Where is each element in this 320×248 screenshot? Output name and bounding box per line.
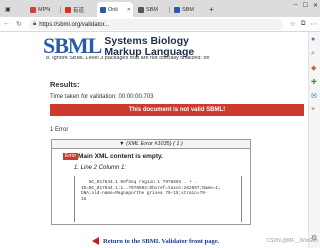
back-icon[interactable]: ← xyxy=(3,20,10,27)
error-location-text: Line 2 Column 1: xyxy=(80,165,127,171)
tools-icon[interactable]: ✚ xyxy=(311,78,317,86)
logo-text: Systems Biology Markup Language xyxy=(104,35,194,57)
sbml-logo[interactable]: SBML Systems Biology Markup Language xyxy=(43,35,194,57)
return-link[interactable]: Return to the SBML Validator front page. xyxy=(92,237,219,245)
favorites-icon[interactable]: ☆ xyxy=(290,20,296,28)
new-tab-button[interactable]: + xyxy=(206,2,218,17)
shopping-icon[interactable]: ◆ xyxy=(311,64,316,72)
error-title: Main XML content is empty. xyxy=(78,153,163,160)
tab-3-active[interactable]: Onli ✕ xyxy=(97,2,133,17)
plus-icon: + xyxy=(209,5,214,14)
outlook-icon[interactable]: ✉ xyxy=(311,92,317,100)
tab-divider xyxy=(169,6,170,13)
error-code-snippet: NC_017844.1 RefSeq region 1 7978604 . + … xyxy=(74,176,242,222)
logo-mark: SBML xyxy=(43,33,102,58)
copilot-icon[interactable]: ● xyxy=(311,36,315,43)
error-count: 1 Error xyxy=(50,127,69,133)
add-icon[interactable]: + xyxy=(311,106,315,113)
tab-2[interactable]: 有道 xyxy=(62,2,96,17)
lock-icon: 🔒︎ xyxy=(33,21,37,27)
search-icon[interactable]: ⌕ xyxy=(311,50,315,58)
tab-5[interactable]: SBM xyxy=(171,2,204,17)
close-tab-icon[interactable]: ✕ xyxy=(127,7,133,13)
tab-1-title: MPN xyxy=(38,6,51,13)
validation-time: Time taken for validation: 00:00:00.703 xyxy=(50,94,154,100)
tab-1[interactable]: MPN xyxy=(27,2,59,17)
error-panel-header[interactable]: ▼ (XML Error #1035) ( 1 ) xyxy=(52,140,250,149)
maximize-icon[interactable]: ☐ xyxy=(303,2,308,9)
back-arrow-icon xyxy=(92,237,99,245)
watermark: CSDN @MF__WinGen xyxy=(266,238,318,244)
window-controls: ─ ☐ ✕ xyxy=(293,2,318,9)
more-icon[interactable]: ⋯ xyxy=(311,20,318,28)
page-content: SBML Systems Biology Markup Language 8. … xyxy=(0,32,308,248)
error-panel: ▼ (XML Error #1035) ( 1 ) Error Main XML… xyxy=(51,139,251,225)
refresh-icon[interactable]: ↻ xyxy=(16,20,22,28)
invalid-banner: This document is not valid SBML! xyxy=(50,104,304,116)
edge-sidebar: ● ⌕ ◆ ✚ ✉ + ⚙ xyxy=(308,32,320,248)
tab-2-favicon xyxy=(65,6,71,13)
tab-1-favicon xyxy=(30,6,36,13)
tab-5-title: SBM xyxy=(182,6,194,13)
logo-line-1: Systems Biology xyxy=(104,35,189,47)
error-badge: Error xyxy=(63,153,79,160)
error-location: 1. Line 2 Column 1: xyxy=(74,165,126,171)
collections-icon[interactable]: ⧉ xyxy=(301,20,306,28)
return-link-text[interactable]: Return to the SBML Validator front page. xyxy=(103,238,219,245)
tab-4[interactable]: SBM xyxy=(135,2,168,17)
list-number: 1. xyxy=(74,165,81,171)
tab-strip: ▣ MPN 有道 Onli ✕ SBM SBM + ─ ☐ ✕ xyxy=(0,0,320,17)
tab-menu[interactable]: ▣ xyxy=(2,2,25,17)
minimize-icon[interactable]: ─ xyxy=(293,2,297,9)
results-heading: Results: xyxy=(50,80,80,89)
tab-5-favicon xyxy=(174,6,180,13)
option-line: 8. Ignore SBML Level 3 packages that are… xyxy=(46,56,210,61)
tab-divider xyxy=(60,6,61,13)
tab-3-favicon xyxy=(100,6,106,13)
tab-actions-icon[interactable]: ▣ xyxy=(5,6,11,13)
browser-toolbar: ← ↻ 🔒︎ https://sbml.org/validator... ☆ ⧉… xyxy=(0,17,320,32)
address-url: https://sbml.org/validator... xyxy=(39,21,110,28)
tab-2-title: 有道 xyxy=(73,7,85,14)
close-window-icon[interactable]: ✕ xyxy=(313,2,318,9)
tab-3-title: Onli xyxy=(108,6,118,13)
address-bar[interactable]: 🔒︎ https://sbml.org/validator... xyxy=(29,19,283,30)
tab-4-favicon xyxy=(138,6,144,13)
tab-4-title: SBM xyxy=(146,6,158,13)
toolbar-actions: ☆ ⧉ ⋯ xyxy=(290,20,317,28)
